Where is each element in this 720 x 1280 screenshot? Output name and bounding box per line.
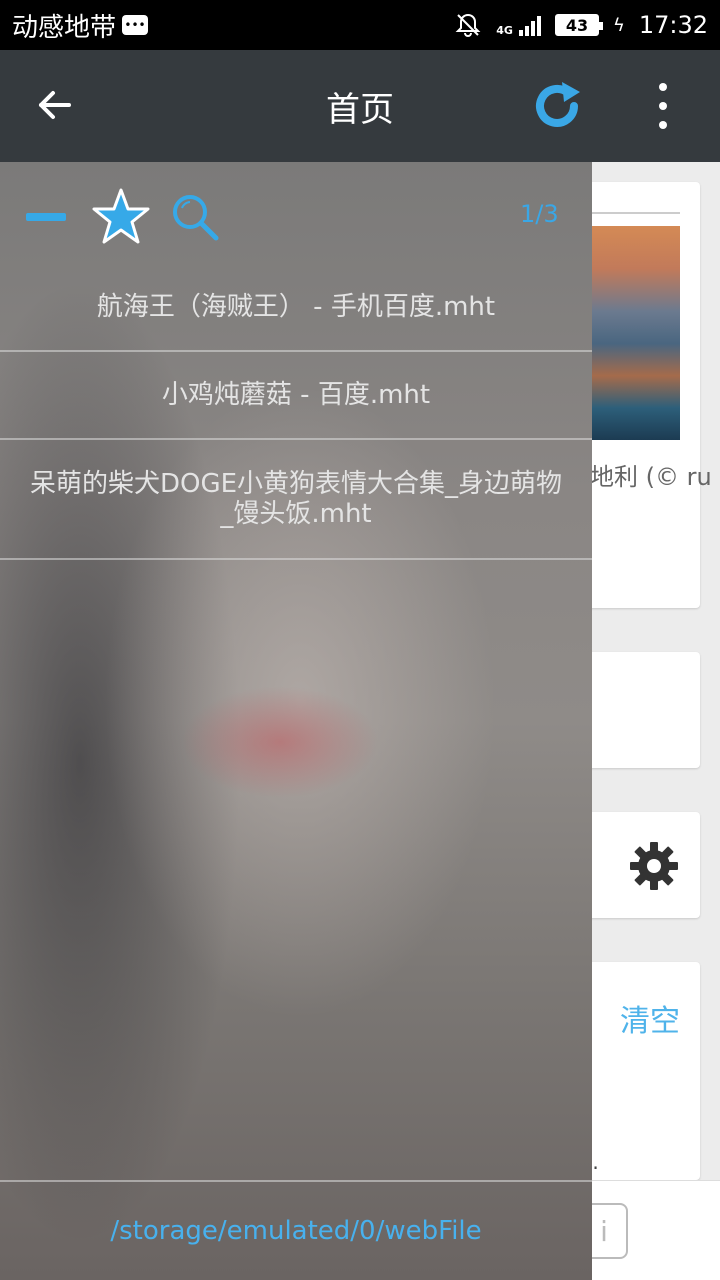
page-indicator: 1/3 (520, 200, 559, 228)
list-item[interactable]: 呆萌的柴犬DOGE小黄狗表情大合集_身边萌物_馒头饭.mht (0, 440, 592, 560)
file-name: 航海王（海贼王） - 手机百度.mht (96, 292, 496, 322)
wallpaper-image[interactable] (590, 226, 680, 440)
search-icon[interactable] (168, 190, 224, 246)
star-icon[interactable] (90, 186, 152, 248)
drawer-toolbar: 1/3 (0, 162, 592, 270)
divider (590, 212, 680, 214)
more-options-button[interactable] (640, 78, 686, 134)
file-list: 航海王（海贼王） - 手机百度.mht 小鸡炖蘑菇 - 百度.mht 呆萌的柴犬… (0, 264, 592, 560)
bell-off-icon (455, 13, 481, 37)
status-bar: 动感地带 ••• 4G 43 ϟ 17:32 (0, 0, 720, 50)
wallpaper-caption: 地利 (© ru (590, 463, 712, 491)
back-arrow-icon (39, 91, 71, 119)
battery-level: 43 (565, 15, 589, 35)
status-left: 动感地带 ••• (12, 7, 149, 44)
gear-icon[interactable] (628, 840, 680, 892)
back-button[interactable] (30, 80, 80, 130)
carrier-name: 动感地带 (12, 12, 117, 43)
network-type: 4G (496, 24, 513, 37)
battery-icon: 43 (554, 14, 603, 36)
file-name: 呆萌的柴犬DOGE小黄狗表情大合集_身边萌物_馒头饭.mht (29, 469, 563, 529)
list-item[interactable]: 小鸡炖蘑菇 - 百度.mht (0, 352, 592, 440)
info-icon: i (600, 1214, 608, 1248)
refresh-icon (536, 82, 580, 127)
file-name: 小鸡炖蘑菇 - 百度.mht (161, 380, 431, 410)
page-title: 首页 (326, 89, 394, 130)
drawer-footer: /storage/emulated/0/webFile (0, 1180, 592, 1280)
signal-icon: 4G (496, 14, 541, 36)
refresh-button[interactable] (530, 78, 584, 132)
charging-icon: ϟ (612, 14, 625, 36)
minus-icon (26, 213, 66, 221)
more-vert-icon (659, 83, 667, 92)
list-item[interactable]: 航海王（海贼王） - 手机百度.mht (0, 264, 592, 352)
file-drawer: 1/3 航海王（海贼王） - 手机百度.mht 小鸡炖蘑菇 - 百度.mht 呆… (0, 162, 592, 1280)
message-icon: ••• (122, 15, 149, 35)
storage-path[interactable]: /storage/emulated/0/webFile (110, 1216, 481, 1246)
clock: 17:32 (638, 11, 708, 39)
collapse-button[interactable] (26, 196, 68, 238)
app-bar: 首页 (0, 50, 720, 162)
status-right: 4G 43 ϟ 17:32 (454, 11, 708, 39)
clear-button[interactable]: 清空 (620, 996, 680, 1040)
